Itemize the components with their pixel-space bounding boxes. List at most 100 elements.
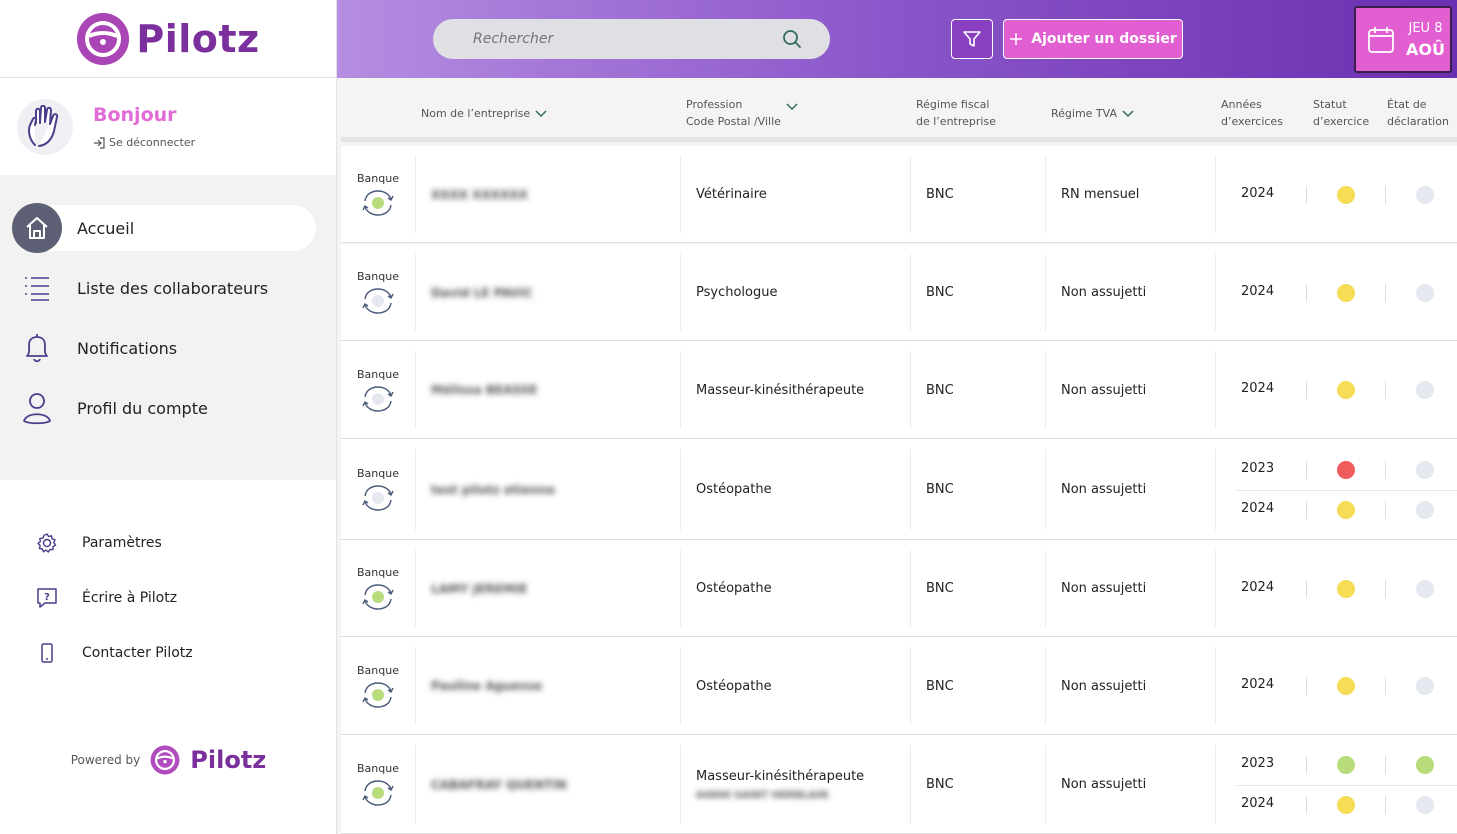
table-row[interactable]: Banque Mélissa BEASSE Masseur-kinésithér… xyxy=(341,341,1457,439)
tva-regime: RN mensuel xyxy=(1061,187,1140,202)
exercise-status-dot[interactable] xyxy=(1337,283,1355,302)
declaration-status-dot[interactable] xyxy=(1416,381,1434,399)
column-divider xyxy=(1215,647,1216,725)
cell-separator xyxy=(1385,381,1386,399)
nav-item-profil[interactable]: Profil du compte xyxy=(12,385,316,431)
bank-sync-cell[interactable]: Banque xyxy=(341,637,415,735)
col-tva-header[interactable]: Régime TVA xyxy=(1051,105,1135,122)
exercise-year: 2024 xyxy=(1241,579,1275,595)
declaration-status-dot[interactable] xyxy=(1416,677,1434,695)
profession-text: Ostéopathe xyxy=(696,482,772,497)
col-decl-header: État de déclaration xyxy=(1387,96,1449,130)
company-name[interactable]: test pilotz etienne xyxy=(431,439,555,540)
column-divider xyxy=(680,156,681,233)
calendar-icon xyxy=(1368,26,1394,53)
home-icon xyxy=(12,203,62,253)
col-status-label: Statut xyxy=(1313,98,1347,111)
exercise-year: 2023 xyxy=(1241,460,1275,476)
col-company-header[interactable]: Nom de l’entreprise xyxy=(421,105,548,122)
col-tva-label: Régime TVA xyxy=(1051,107,1117,120)
declaration-status-dot[interactable] xyxy=(1416,185,1434,204)
fiscal-regime: BNC xyxy=(926,187,954,202)
bank-sync-cell[interactable]: Banque xyxy=(341,341,415,439)
exercise-status-dot[interactable] xyxy=(1337,755,1355,774)
bank-sync-cell[interactable]: Banque xyxy=(341,540,415,637)
bank-sync-cell[interactable]: Banque xyxy=(341,439,415,540)
column-divider xyxy=(680,550,681,627)
filter-button[interactable] xyxy=(951,19,993,59)
profession-text: Vétérinaire xyxy=(696,187,767,202)
add-dossier-button[interactable]: Ajouter un dossier xyxy=(1003,19,1183,59)
company-name[interactable]: LAMY JEREMIE xyxy=(431,540,527,637)
nav-item-parametres[interactable]: Paramètres xyxy=(0,515,336,570)
greeting-text: Bonjour xyxy=(93,104,177,126)
table-row[interactable]: Banque David LE PAVIC Psychologue BNC Non… xyxy=(341,244,1457,341)
powered-by-brand: Pilotz xyxy=(190,746,267,774)
bank-sync-cell[interactable]: Banque xyxy=(341,244,415,341)
company-name[interactable]: Pauline Aguesse xyxy=(431,637,542,735)
table-row[interactable]: Banque test pilotz etienne Ostéopathe BN… xyxy=(341,439,1457,540)
nav-item-accueil[interactable]: Accueil xyxy=(12,203,316,253)
col-fiscal-header: Régime fiscal de l’entreprise xyxy=(916,96,996,130)
column-divider xyxy=(680,647,681,725)
declaration-status-dot[interactable] xyxy=(1416,579,1434,598)
cell-separator xyxy=(1385,283,1386,302)
brand-logo[interactable]: Pilotz xyxy=(0,0,336,78)
sidebar: Pilotz Bonjour Se déconnecter Accueil Li… xyxy=(0,0,337,834)
list-icon xyxy=(12,263,62,313)
sync-icon xyxy=(362,485,394,511)
tva-regime: Non assujetti xyxy=(1061,285,1147,300)
search-input[interactable] xyxy=(473,31,763,47)
nav-label: Contacter Pilotz xyxy=(82,644,193,661)
date-widget[interactable]: JEU 8 AOÛ xyxy=(1354,6,1452,73)
declaration-status-dot[interactable] xyxy=(1416,795,1434,814)
logout-label: Se déconnecter xyxy=(109,136,196,149)
company-name[interactable]: CABAFRAY QUENTIN xyxy=(431,735,567,834)
nav-item-notifications[interactable]: Notifications xyxy=(12,325,316,371)
nav-label: Liste des collaborateurs xyxy=(77,278,269,298)
exercise-status-dot[interactable] xyxy=(1337,500,1355,519)
col-profession-header[interactable]: Profession Code Postal /Ville xyxy=(686,96,799,130)
declaration-status-dot[interactable] xyxy=(1416,460,1434,479)
logout-link[interactable]: Se déconnecter xyxy=(93,136,195,149)
company-name[interactable]: XXXX XXXXXX xyxy=(431,146,528,243)
col-fiscal-sublabel: de l’entreprise xyxy=(916,115,996,128)
table-row[interactable]: Banque XXXX XXXXXX Vétérinaire BNC RN men… xyxy=(341,146,1457,243)
nav-item-ecrire[interactable]: ? Écrire à Pilotz xyxy=(0,570,336,625)
column-divider xyxy=(910,647,911,725)
search-icon[interactable] xyxy=(782,29,802,49)
nav-item-collaborateurs[interactable]: Liste des collaborateurs xyxy=(12,265,316,311)
bank-label: Banque xyxy=(357,172,399,185)
search-box[interactable] xyxy=(433,19,830,59)
table-row[interactable]: Banque Pauline Aguesse Ostéopathe BNC Non… xyxy=(341,637,1457,735)
cell-separator xyxy=(1385,460,1386,479)
column-divider xyxy=(1045,647,1046,725)
powered-by: Powered by Pilotz xyxy=(0,745,337,775)
user-icon xyxy=(12,383,62,433)
company-name[interactable]: David LE PAVIC xyxy=(431,244,533,341)
table-row[interactable]: Banque LAMY JEREMIE Ostéopathe BNC Non as… xyxy=(341,540,1457,637)
declaration-status-dot[interactable] xyxy=(1416,755,1434,774)
exercise-status-dot[interactable] xyxy=(1337,185,1355,204)
column-divider xyxy=(415,647,416,725)
exercise-status-dot[interactable] xyxy=(1337,677,1355,695)
exercise-status-dot[interactable] xyxy=(1337,460,1355,479)
table-row[interactable]: Banque CABAFRAY QUENTIN Masseur-kinésith… xyxy=(341,735,1457,834)
declaration-status-dot[interactable] xyxy=(1416,500,1434,519)
fiscal-regime: BNC xyxy=(926,777,954,792)
steering-wheel-logo-icon xyxy=(150,745,180,775)
cell-separator xyxy=(1306,677,1307,695)
exercise-status-dot[interactable] xyxy=(1337,795,1355,814)
bank-sync-cell[interactable]: Banque xyxy=(341,735,415,834)
company-name[interactable]: Mélissa BEASSE xyxy=(431,341,537,439)
nav-item-contacter[interactable]: Contacter Pilotz xyxy=(0,625,336,680)
bank-sync-cell[interactable]: Banque xyxy=(341,146,415,243)
exercise-year: 2024 xyxy=(1241,795,1275,811)
declaration-status-dot[interactable] xyxy=(1416,283,1434,302)
column-divider xyxy=(1045,745,1046,824)
cell-separator xyxy=(1306,755,1307,774)
nav-label: Écrire à Pilotz xyxy=(82,589,178,606)
exercise-status-dot[interactable] xyxy=(1337,579,1355,598)
exercise-status-dot[interactable] xyxy=(1337,381,1355,399)
col-decl-label: État de xyxy=(1387,98,1427,111)
